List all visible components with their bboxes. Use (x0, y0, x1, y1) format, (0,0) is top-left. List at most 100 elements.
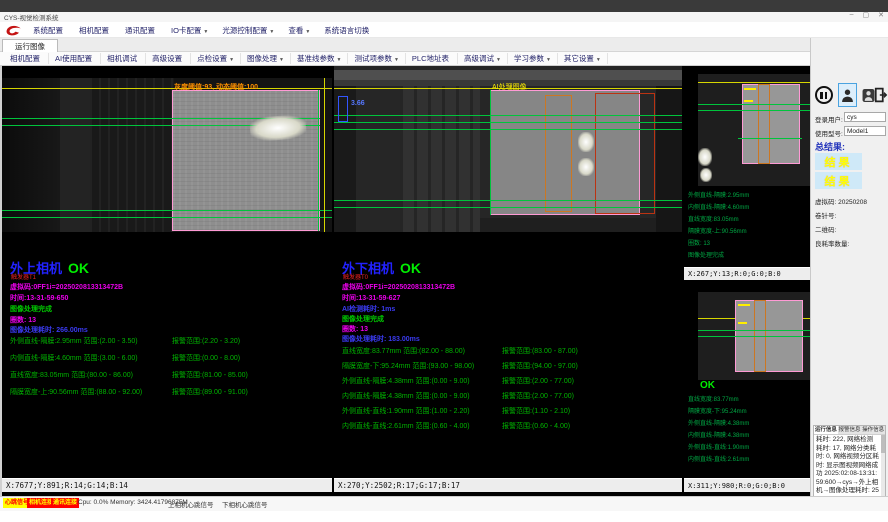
user-button[interactable] (838, 83, 857, 107)
minimize-icon[interactable]: – (850, 11, 854, 19)
measure-line-overlay (698, 110, 810, 111)
close-icon[interactable]: ✕ (878, 11, 884, 19)
ai-detect-box (595, 93, 655, 214)
menu-item[interactable]: 相机配置 (72, 25, 118, 36)
membrane-region-overlay (742, 84, 800, 164)
mini-result-line: 外侧直线-隔膜:2.95mm (688, 190, 749, 202)
model-label: 使用型号: (815, 128, 843, 138)
log-tabs: 运行信息 报警信息 操作信息 (814, 426, 885, 435)
measurement-row: 直线宽度:83.05mm 范围:(80.00 - 86.00) 报警范围:(81… (10, 370, 248, 380)
menu-item[interactable]: 通讯配置 (118, 25, 164, 36)
left-camera-image[interactable]: 灰度阈值:93, 动态阈值:100 (2, 78, 332, 232)
app-logo-icon (4, 24, 22, 36)
toolbar-item[interactable]: 点检设置▼ (191, 53, 241, 64)
time-line: 时间:13-31-59-627 (342, 293, 400, 303)
measurement-row: 外侧直线-隔膜:2.95mm 范围:(2.00 - 3.50) 报警范围:(2.… (10, 336, 240, 346)
toolbar-item[interactable]: 基准线参数▼ (291, 53, 348, 64)
mini-result-line: 内侧直线-直线:2.61mm (688, 454, 749, 466)
top-strip (0, 0, 888, 12)
exit-icon (874, 87, 888, 103)
machine-background (334, 70, 682, 80)
measure-line-overlay (334, 122, 682, 123)
pause-button[interactable] (814, 83, 833, 107)
small-top-camera-image[interactable] (698, 74, 810, 186)
title-bar (0, 12, 888, 22)
toolbar-item[interactable]: 相机配置 (4, 53, 49, 64)
mini-result-line: 隔膜宽度-下:95.24mm (688, 406, 749, 418)
elapsed-line: 图像处理耗时: 266.00ms (10, 325, 88, 335)
menu-item[interactable]: IO卡配置▼ (164, 25, 215, 36)
measurement-row: 隔膜宽度-下:95.24mm 范围:(93.00 - 98.00) 报警范围:(… (342, 361, 578, 371)
mini-result-line: 外侧直线-隔膜:4.38mm (688, 418, 749, 430)
measure-line-overlay (2, 210, 332, 211)
toolbar-item[interactable]: AI使用配置 (49, 53, 101, 64)
baseline-overlay (2, 88, 332, 89)
small-bottom-coord-bar: X:311;Y:980;R:0;G:0;B:0 (684, 478, 810, 492)
mini-result-line: 内侧直线-隔膜:4.60mm (688, 202, 749, 214)
middle-camera-image[interactable]: 3.66 AI处理图像 (334, 66, 682, 232)
model-field[interactable]: Model1 (844, 126, 886, 136)
menu-item[interactable]: 查看▼ (281, 25, 317, 36)
time-line: 时间:13-31-59-650 (10, 293, 68, 303)
log-scrollbar-thumb[interactable] (881, 435, 885, 453)
small-bottom-camera-image[interactable] (698, 292, 810, 380)
measure-line-overlay (698, 336, 810, 337)
toolbar-item[interactable]: 相机调试 (101, 53, 146, 64)
barcode-line: 虚拟码:0FF1i=2025020813313472B (342, 282, 455, 292)
panel-separator-overlay (324, 78, 325, 232)
tiny-label-mark (738, 304, 750, 306)
measure-line-overlay (334, 200, 682, 201)
toolbar-item[interactable]: PLC地址表 (406, 53, 458, 64)
measurement-row: 内侧直线-隔膜:4.38mm 范围:(0.00 - 9.00) 报警范围:(2.… (342, 391, 574, 401)
tiny-label-mark (738, 322, 747, 324)
log-tab-alarm[interactable]: 报警信息 (838, 426, 862, 434)
barcode-line: 虚拟码:0FF1i=2025020813313472B (10, 282, 123, 292)
toolbar-item[interactable]: 测试项参数▼ (348, 53, 405, 64)
tab-run-image[interactable]: 运行图像 (2, 39, 58, 52)
login-user-field[interactable]: cys (844, 112, 886, 122)
log-tab-operation[interactable]: 操作信息 (861, 426, 885, 434)
baseline-overlay (698, 82, 810, 83)
machine-background (400, 86, 480, 232)
measure-line-overlay (490, 90, 491, 215)
user-icon (841, 88, 854, 103)
threshold-label: 灰度阈值:93, 动态阈值:100 (174, 82, 258, 92)
lower-camera-heartbeat-text: 下相机心跳信号 (222, 499, 268, 509)
mini-result-line: 图像处理完成 (688, 250, 749, 262)
reflective-tab (700, 168, 712, 182)
machine-background (480, 218, 656, 232)
exit-button[interactable] (873, 83, 888, 107)
mini-status-ok: OK (700, 380, 715, 391)
menu-item[interactable]: 光源控制配置▼ (215, 25, 281, 36)
ai-detect-box (758, 84, 770, 164)
maximize-icon[interactable]: ▢ (863, 11, 870, 19)
chevron-down-icon: ▼ (305, 29, 310, 35)
chevron-down-icon: ▼ (279, 57, 284, 63)
total-result-label: 总结果: (815, 140, 845, 153)
toolbar-item[interactable]: 学习参数▼ (508, 53, 558, 64)
machine-background (656, 86, 682, 232)
machine-background (60, 78, 90, 232)
blue-annotation-value: 3.66 (351, 100, 365, 107)
window-title: CYS-视觉检测系统 (4, 12, 59, 22)
menu-item[interactable]: 系统语言切换 (317, 25, 378, 36)
toolbar-item[interactable]: 图像处理▼ (241, 53, 291, 64)
toolbar-item[interactable]: 高级设置 (146, 53, 191, 64)
trigger-label: 触发器T1 (11, 272, 36, 281)
tiny-label-mark (744, 100, 753, 102)
log-body: 耗时: 222, 网络检测耗时: 17, 网络分类耗时: 0, 网络视频分区耗时… (814, 435, 885, 505)
turns-line: 圈数: 13 (10, 315, 36, 325)
log-tab-run[interactable]: 运行信息 (814, 426, 838, 434)
toolbar-item[interactable]: 高级调试▼ (458, 53, 508, 64)
mini-result-line: 直线宽度:83.05mm (688, 214, 749, 226)
toolbar-item[interactable]: 其它设置▼ (558, 53, 608, 64)
chevron-down-icon: ▼ (269, 29, 274, 35)
menu-item[interactable]: 系统配置 (26, 25, 72, 36)
small-bottom-result-lines: 直线宽度:83.77mm隔膜宽度-下:95.24mm外侧直线-隔膜:4.38mm… (688, 394, 749, 466)
machine-background (2, 78, 60, 232)
measurement-row: 直线宽度:83.77mm 范围:(82.00 - 88.00) 报警范围:(83… (342, 346, 578, 356)
measurement-row: 内侧直线-隔膜:4.60mm 范围:(3.00 - 6.00) 报警范围:(0.… (10, 353, 240, 363)
virtual-code-label: 虚拟码: 20250208 (815, 196, 867, 206)
measure-line-overlay (738, 138, 802, 139)
mini-result-line: 隔膜宽度-上:90.56mm (688, 226, 749, 238)
